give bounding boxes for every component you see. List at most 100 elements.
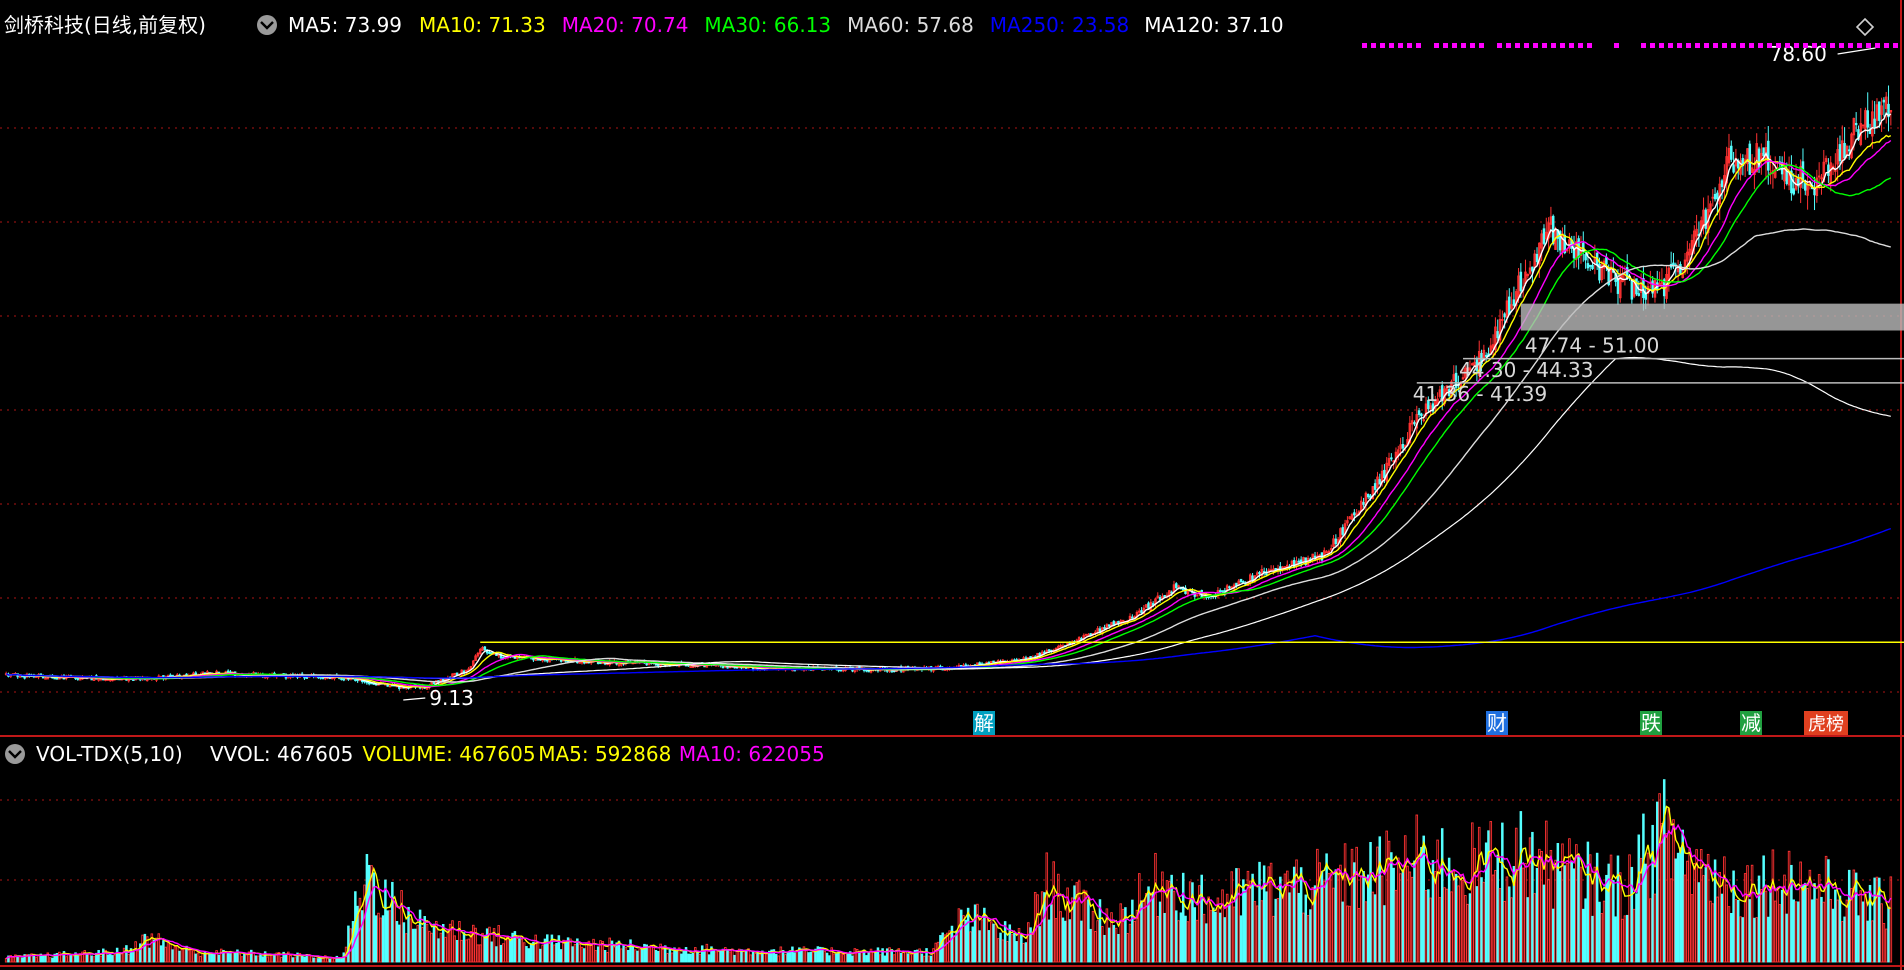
volume-bar	[437, 938, 440, 963]
volume-bar	[83, 950, 87, 963]
candle	[1887, 85, 1890, 132]
event-marker[interactable]: 减	[1740, 711, 1762, 735]
signal-dot	[1695, 43, 1700, 48]
volume-bar	[694, 947, 697, 963]
volume-bar	[990, 921, 993, 963]
volume-bar	[835, 953, 838, 963]
volume-bar	[1882, 923, 1886, 963]
volume-bar	[583, 948, 586, 963]
volume-bar	[980, 919, 984, 963]
volume-bar	[1706, 853, 1710, 963]
volume-bar	[1861, 901, 1865, 963]
volume-bar	[731, 948, 734, 963]
volume-bar	[180, 949, 184, 963]
volume-bar	[1027, 922, 1030, 963]
event-marker[interactable]: 虎榜	[1804, 711, 1848, 735]
volume-bar	[1769, 888, 1772, 963]
volume-bar	[1653, 893, 1657, 963]
event-marker[interactable]: 跌	[1640, 711, 1662, 735]
volume-bar	[1024, 942, 1028, 963]
volume-bar	[650, 944, 653, 963]
volume-bar	[1845, 899, 1849, 963]
diamond-icon[interactable]	[1855, 17, 1875, 37]
volume-bar	[229, 953, 232, 963]
volume-bar	[1154, 852, 1157, 963]
volume-bar	[34, 956, 38, 963]
candle	[1154, 597, 1157, 608]
volume-bar	[1674, 858, 1678, 963]
candle	[474, 654, 477, 661]
volume-bar	[717, 950, 720, 963]
candle	[1362, 497, 1365, 508]
volume-bar	[333, 958, 336, 963]
candle	[1105, 623, 1109, 632]
candle	[1355, 509, 1358, 517]
volume-bar	[1508, 886, 1511, 963]
volume-bar	[1584, 898, 1587, 963]
volume-bar	[1727, 906, 1731, 963]
stock-chart[interactable]: 47.74 - 51.0044.30 - 44.3341.36 - 41.397…	[0, 0, 1904, 970]
volume-bar	[909, 954, 912, 963]
volume-bar	[1750, 864, 1754, 963]
volume-bar	[1642, 813, 1645, 963]
volume-bar	[485, 928, 489, 963]
volume-bar	[1128, 923, 1132, 963]
volume-bar	[238, 953, 241, 963]
volume-bar	[1175, 910, 1178, 963]
candle	[1279, 562, 1282, 575]
candle	[689, 666, 692, 668]
volume-bar	[580, 946, 584, 963]
volume-bar	[377, 912, 380, 963]
volume-bar	[1420, 846, 1423, 963]
volume-bar	[1121, 908, 1125, 963]
volume-bar	[1360, 875, 1363, 963]
volume-bar	[936, 941, 940, 963]
event-marker[interactable]: 财	[1486, 711, 1508, 735]
volume-bar	[173, 946, 177, 963]
candle	[1390, 453, 1393, 462]
volume-bar	[1829, 898, 1832, 963]
signal-dot	[1830, 43, 1835, 48]
volume-bar	[1827, 859, 1830, 963]
signal-dot	[1569, 43, 1574, 48]
volume-bar	[1445, 888, 1449, 963]
volume-bar	[1547, 878, 1550, 963]
volume-bar	[1434, 871, 1437, 963]
volume-bar	[962, 915, 965, 963]
volume-bar	[1020, 934, 1023, 963]
candle	[1156, 592, 1160, 599]
candle	[1771, 161, 1775, 189]
candle	[1131, 614, 1134, 619]
candle	[853, 670, 857, 674]
volume-bar	[596, 946, 600, 963]
volume-bar	[585, 942, 588, 963]
candle	[1255, 570, 1259, 577]
volume-bar	[719, 950, 722, 963]
volume-bar	[127, 953, 130, 963]
event-marker[interactable]: 解	[973, 711, 995, 735]
volume-bar	[1732, 870, 1735, 963]
candle	[1397, 445, 1400, 461]
volume-bar	[1660, 823, 1664, 963]
settings-toggle-icon[interactable]	[257, 15, 277, 35]
volume-readouts: VVOL: 467605 VOLUME: 467605 MA5: 592868 MA1…	[210, 742, 825, 766]
volume-bar	[476, 944, 480, 963]
volume-bar	[118, 953, 121, 963]
volume-bar	[1693, 863, 1696, 963]
volume-bar	[1297, 892, 1301, 963]
volume-bar	[1068, 919, 1072, 963]
volume-bar	[483, 935, 487, 963]
volume-bar	[562, 939, 565, 963]
volume-bar	[1218, 912, 1222, 963]
volume-bar	[1133, 920, 1136, 963]
volume-toggle-icon[interactable]	[5, 744, 25, 764]
volume-bar	[959, 909, 963, 963]
volume-bar	[675, 950, 679, 963]
candle	[1360, 496, 1363, 512]
signal-dot	[1551, 43, 1556, 48]
volume-bar	[1880, 903, 1883, 963]
volume-bar	[488, 926, 491, 963]
volume-bar	[1047, 919, 1051, 963]
volume-bar	[1813, 883, 1816, 963]
volume-bar	[809, 951, 813, 963]
